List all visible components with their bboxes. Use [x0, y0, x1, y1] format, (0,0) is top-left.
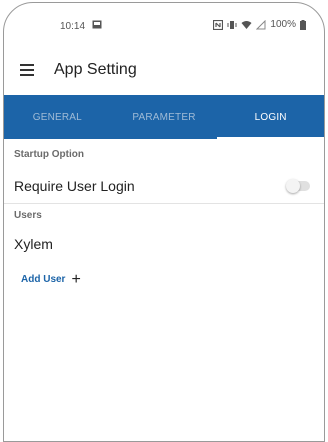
status-time: 10:14	[60, 21, 86, 32]
tab-login-label: LOGIN	[254, 111, 287, 123]
nfc-icon	[213, 19, 224, 30]
tab-parameter-label: PARAMETER	[132, 111, 196, 123]
tab-general[interactable]: GENERAL	[4, 95, 111, 139]
require-user-login-label: Require User Login	[14, 178, 135, 194]
tab-general-label: GENERAL	[32, 111, 82, 123]
add-user-label: Add User	[21, 274, 66, 285]
require-user-login-toggle[interactable]	[286, 179, 310, 193]
plus-icon: +	[71, 270, 81, 288]
signal-icon	[256, 19, 266, 30]
add-user-button[interactable]: Add User +	[21, 270, 81, 288]
user-list-item[interactable]: Xylem	[14, 236, 53, 252]
toggle-knob	[286, 179, 300, 193]
phone-screen: 10:14 100% App Setting GENERAL PARAMETER…	[3, 2, 325, 442]
tab-login[interactable]: LOGIN	[217, 95, 324, 139]
users-header: Users	[14, 210, 42, 221]
battery-percent: 100%	[270, 19, 296, 30]
tab-parameter[interactable]: PARAMETER	[111, 95, 218, 139]
menu-icon[interactable]	[20, 64, 34, 76]
vibrate-icon	[227, 20, 237, 30]
tab-bar: GENERAL PARAMETER LOGIN	[4, 95, 324, 139]
battery-icon	[300, 19, 306, 30]
status-icons: 100%	[213, 19, 306, 30]
app-bar: App Setting	[4, 47, 324, 95]
status-bar: 10:14 100%	[4, 3, 324, 47]
startup-option-header: Startup Option	[14, 149, 84, 160]
device-frame: 10:14 100% App Setting GENERAL PARAMETER…	[0, 0, 328, 442]
wifi-icon	[241, 20, 252, 30]
gallery-icon	[92, 20, 102, 32]
section-divider	[4, 203, 324, 204]
page-title: App Setting	[54, 61, 137, 78]
